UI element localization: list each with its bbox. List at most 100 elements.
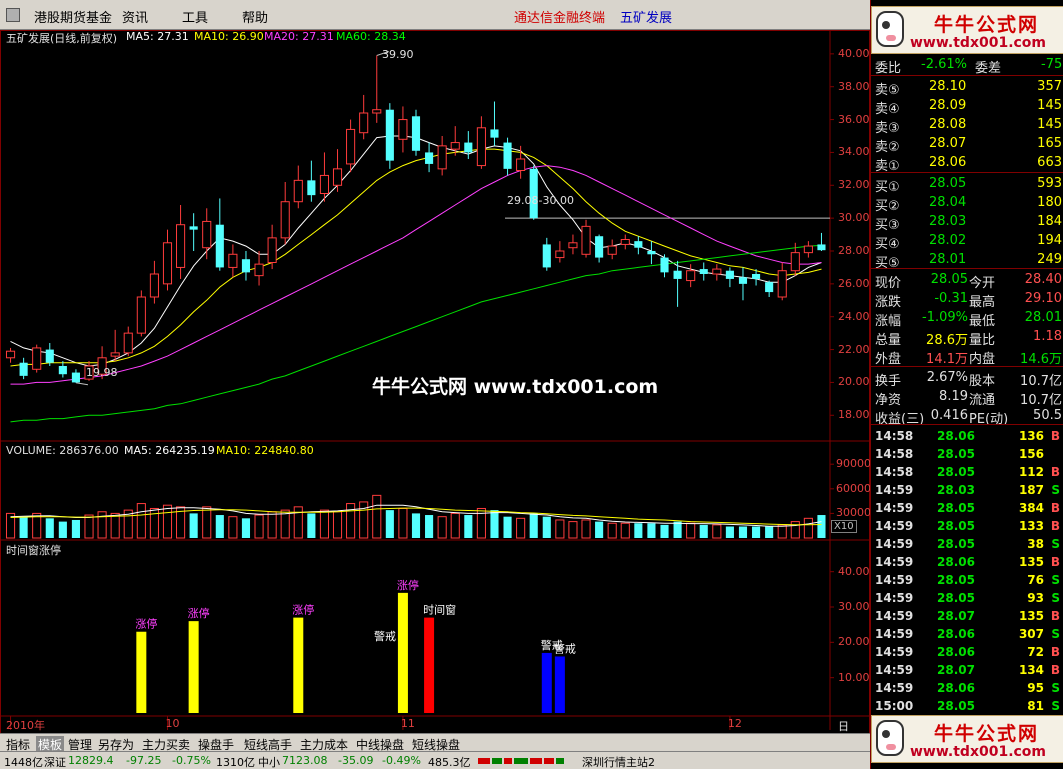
volume-bar-up — [254, 514, 264, 539]
buy-level-row[interactable]: 买② 28.04 180 — [871, 194, 1063, 214]
tick-row[interactable]: 14:58 28.05 112 B — [871, 463, 1063, 481]
quote-stat-row[interactable]: 外盘 14.1万 内盘 14.6万 — [871, 347, 1063, 367]
candle-body-up — [398, 119, 408, 140]
candle-body-up — [359, 112, 369, 134]
tick-row[interactable]: 14:59 28.06 72 B — [871, 643, 1063, 661]
volume-bar-up — [790, 521, 800, 539]
sell-level-row[interactable]: 卖④ 28.09 145 — [871, 97, 1063, 117]
date-axis-label: 2010年 — [6, 719, 45, 732]
tick-row[interactable]: 14:59 28.06 95 S — [871, 679, 1063, 697]
candle-body-up — [437, 145, 447, 170]
volume-bar-down — [595, 521, 604, 538]
tick-row[interactable]: 14:59 28.06 135 B — [871, 553, 1063, 571]
quote-stat-row[interactable]: 总量 28.6万 量比 1.18 — [871, 328, 1063, 348]
tick-row[interactable]: 14:59 28.05 76 S — [871, 571, 1063, 589]
volume-bar-down — [503, 516, 512, 538]
quote-stat-row[interactable]: 现价 28.05 今开 28.40 — [871, 271, 1063, 291]
volume-bar-down — [673, 521, 682, 538]
chart-area[interactable]: 涨停 涨停 涨停 涨停 时间窗 警戒 警戒 五矿发展(日线,前复权) MA5: 27.31 … — [0, 30, 871, 743]
signal-bar — [424, 617, 435, 713]
quote-stat-row[interactable]: 涨幅 -1.09% 最低 28.01 — [871, 309, 1063, 329]
sell-price: 28.08 — [929, 117, 967, 132]
volume-bar-up — [202, 506, 212, 539]
quote-stat-row[interactable]: 收益(三) 0.416 PE(动) 50.5 — [871, 407, 1063, 427]
sell-level-row[interactable]: 卖⑤ 28.10 357 — [871, 78, 1063, 98]
tick-side: S — [1051, 537, 1060, 551]
top-banner[interactable]: 牛牛公式网 www.tdx001.com — [871, 6, 1063, 54]
bottom-banner[interactable]: 牛牛公式网 www.tdx001.com — [871, 715, 1063, 763]
tick-side: B — [1050, 429, 1060, 443]
tick-row[interactable]: 14:59 28.05 93 S — [871, 589, 1063, 607]
menu-hk-futures[interactable]: 港股期货基金 — [34, 7, 112, 26]
candle-body-up — [5, 350, 16, 359]
volume-axis-label: 90000 — [836, 457, 871, 471]
quote-stat-row[interactable]: 涨跌 -0.31 最高 29.10 — [871, 290, 1063, 310]
candle-body-down — [385, 109, 394, 161]
menu-tools[interactable]: 工具 — [182, 7, 208, 26]
candle-body-up — [176, 224, 186, 268]
tick-row[interactable]: 14:59 28.05 38 S — [871, 535, 1063, 553]
candle-body-down — [673, 270, 682, 279]
sell-level-row[interactable]: 卖② 28.07 165 — [871, 135, 1063, 155]
ma20-label: MA20: 27.31 — [264, 30, 334, 43]
buy-volume: 593 — [1037, 176, 1062, 191]
tick-row[interactable]: 14:59 28.06 307 S — [871, 625, 1063, 643]
candle-body-down — [490, 129, 499, 138]
sell-level-row[interactable]: 卖③ 28.08 145 — [871, 116, 1063, 136]
candle-body-down — [464, 142, 473, 153]
tick-volume: 38 — [1027, 537, 1044, 551]
quote-stat-row[interactable]: 换手 2.67% 股本 10.7亿 — [871, 369, 1063, 389]
price-axis-label: 24.00 — [838, 309, 870, 323]
tick-row[interactable]: 14:58 28.05 156 — [871, 445, 1063, 463]
buy-level-row[interactable]: 买④ 28.02 194 — [871, 232, 1063, 252]
candle-body-up — [280, 201, 290, 239]
tick-row[interactable]: 15:00 28.05 81 S — [871, 697, 1063, 715]
quote-station[interactable]: 深圳行情主站2 — [582, 754, 655, 769]
candle-body-down — [215, 224, 224, 268]
menu-help[interactable]: 帮助 — [242, 7, 268, 26]
signal-bar-label: 涨停 — [292, 603, 314, 617]
banner-url: www.tdx001.com — [910, 35, 1047, 51]
tick-side: B — [1050, 555, 1060, 569]
price-axis-label: 30.00 — [838, 211, 870, 225]
tick-side: B — [1050, 609, 1060, 623]
tick-price: 28.03 — [937, 483, 975, 497]
candle-body-up — [555, 250, 565, 259]
tick-side: B — [1050, 501, 1060, 515]
price-axis-label: 18.00 — [838, 408, 870, 422]
tick-row[interactable]: 14:59 28.03 187 S — [871, 481, 1063, 499]
buy-level-row[interactable]: 买③ 28.03 184 — [871, 213, 1063, 233]
zx-change: -35.09 — [338, 754, 374, 767]
candle-body-up — [620, 239, 630, 245]
stat-label: 总量 — [875, 333, 902, 348]
buy-level-row[interactable]: 买⑤ 28.01 249 — [871, 251, 1063, 271]
stat-label: 净资 — [875, 393, 902, 408]
tick-row[interactable]: 14:59 28.07 135 B — [871, 607, 1063, 625]
candle-body-up — [319, 174, 329, 195]
period-corner-label[interactable]: 日 — [838, 718, 849, 734]
buy-level-row[interactable]: 买① 28.05 593 — [871, 175, 1063, 195]
stat-value: 10.7亿 — [1020, 393, 1062, 408]
menu-news[interactable]: 资讯 — [122, 7, 148, 26]
system-menu-icon[interactable] — [6, 8, 20, 22]
tick-row[interactable]: 14:59 28.07 134 B — [871, 661, 1063, 679]
date-axis-label: 12 — [727, 717, 742, 730]
tick-price: 28.07 — [937, 609, 975, 623]
price-axis-label: 20.00 — [838, 375, 870, 389]
candle-body-up — [123, 332, 133, 354]
sell-level-row[interactable]: 卖① 28.06 663 — [871, 154, 1063, 174]
candle-body-down — [45, 349, 54, 363]
candle-body-down — [71, 372, 80, 383]
volume-bar-up — [777, 524, 787, 539]
stat-value: 14.1万 — [926, 352, 968, 367]
volume-bar-down — [699, 524, 708, 538]
tick-row[interactable]: 14:58 28.06 136 B — [871, 427, 1063, 445]
tick-row[interactable]: 14:59 28.05 384 B — [871, 499, 1063, 517]
signal-bar — [554, 656, 565, 713]
tick-row[interactable]: 14:59 28.05 133 B — [871, 517, 1063, 535]
candle-body-up — [712, 268, 722, 275]
ma5-line — [10, 135, 822, 367]
quote-stat-row[interactable]: 净资 8.19 流通 10.7亿 — [871, 388, 1063, 408]
volume-bar-up — [162, 504, 173, 539]
stock-name: 五矿发展 — [620, 11, 673, 26]
